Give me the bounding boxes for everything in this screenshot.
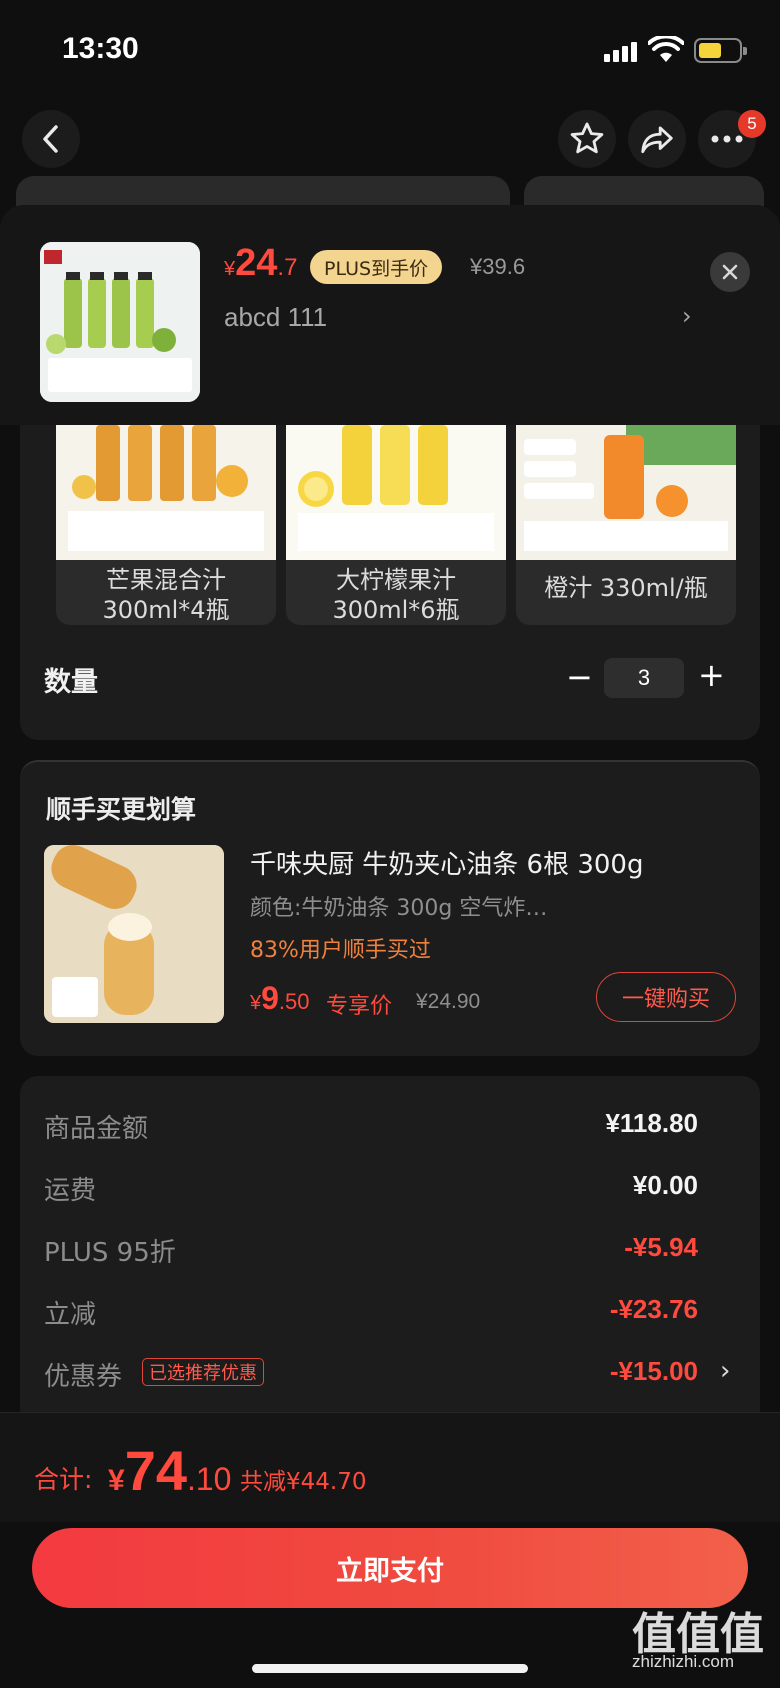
share-button[interactable] bbox=[628, 110, 686, 168]
nav-bar bbox=[0, 100, 780, 180]
wifi-icon bbox=[648, 36, 684, 62]
home-indicator bbox=[252, 1664, 528, 1673]
status-time: 13:30 bbox=[62, 32, 139, 65]
total-saving: 共减¥44.70 bbox=[240, 1469, 367, 1495]
variant-label: 橙汁 330ml/瓶 bbox=[544, 574, 708, 602]
total-label: 合计: bbox=[34, 1465, 93, 1494]
chevron-left-icon bbox=[43, 125, 58, 153]
currency-symbol: ¥ bbox=[224, 258, 236, 280]
quantity-increase-button[interactable]: + bbox=[698, 656, 725, 694]
product-thumbnail bbox=[40, 242, 200, 402]
star-icon bbox=[570, 122, 604, 154]
status-bar: 13:30 bbox=[0, 0, 780, 100]
more-dots-icon bbox=[711, 135, 743, 143]
quantity-input[interactable]: 3 bbox=[604, 658, 684, 698]
total-decimal: .10 bbox=[186, 1461, 232, 1497]
price-integer: 9 bbox=[261, 980, 279, 1016]
coupon-label[interactable]: 优惠券 bbox=[44, 1356, 122, 1393]
upsell-purchase-rate: 83%用户顺手买过 bbox=[250, 938, 431, 963]
plus-discount-label: PLUS 95折 bbox=[44, 1238, 176, 1268]
variant-label: 大柠檬果汁 300ml*6瓶 bbox=[332, 566, 460, 624]
pay-now-button[interactable]: 立即支付 bbox=[32, 1528, 748, 1608]
goods-amount-value: ¥118.80 bbox=[605, 1108, 698, 1138]
selected-spec[interactable]: abcd 111 bbox=[224, 302, 327, 333]
close-icon bbox=[722, 264, 738, 280]
total-amount: ¥74.10 bbox=[108, 1438, 231, 1503]
upsell-price: ¥9.50 bbox=[250, 980, 310, 1017]
cart-badge: 5 bbox=[738, 110, 766, 138]
upsell-product-attribute: 颜色:牛奶油条 300g 空气炸… bbox=[250, 896, 548, 921]
close-button[interactable] bbox=[710, 252, 750, 292]
total-integer: 74 bbox=[124, 1439, 187, 1502]
coupon-selected-tag[interactable]: 已选推荐优惠 bbox=[142, 1358, 264, 1386]
one-click-buy-button[interactable]: 一键购买 bbox=[596, 972, 736, 1022]
cellular-signal-icon bbox=[604, 40, 640, 62]
goods-amount-label: 商品金额 bbox=[44, 1114, 149, 1144]
instant-discount-value: -¥23.76 bbox=[609, 1294, 698, 1324]
quantity-label: 数量 bbox=[44, 667, 98, 698]
shipping-label: 运费 bbox=[44, 1176, 97, 1206]
currency-symbol: ¥ bbox=[108, 1464, 125, 1497]
variant-image bbox=[286, 425, 506, 560]
summary-price: ¥24.7 bbox=[224, 242, 297, 285]
favorite-button[interactable] bbox=[558, 110, 616, 168]
variant-image bbox=[56, 425, 276, 560]
upsell-title: 顺手买更划算 bbox=[46, 795, 197, 824]
price-decimal: .50 bbox=[278, 989, 310, 1014]
instant-discount-label: 立减 bbox=[44, 1300, 97, 1330]
chevron-right-icon[interactable]: › bbox=[720, 1356, 730, 1386]
variant-label: 芒果混合汁 300ml*4瓶 bbox=[102, 566, 230, 624]
watermark-url: zhizhizhi.com bbox=[632, 1652, 735, 1671]
back-button[interactable] bbox=[22, 110, 80, 168]
currency-symbol: ¥ bbox=[250, 992, 262, 1014]
variant-option-orange[interactable]: 橙汁 330ml/瓶 bbox=[516, 425, 736, 625]
price-integer: 24 bbox=[235, 242, 278, 284]
exclusive-price-label: 专享价 bbox=[326, 994, 393, 1019]
share-icon bbox=[641, 126, 673, 154]
chevron-right-icon[interactable]: › bbox=[682, 302, 692, 330]
price-decimal: .7 bbox=[277, 254, 298, 281]
variant-option-mango[interactable]: 芒果混合汁 300ml*4瓶 bbox=[56, 425, 276, 625]
original-price: ¥39.6 bbox=[470, 254, 526, 279]
upsell-product-image[interactable] bbox=[44, 845, 224, 1023]
juice-bottles-image bbox=[40, 242, 200, 402]
plus-discount-value: -¥5.94 bbox=[624, 1232, 698, 1262]
variant-image bbox=[516, 425, 736, 560]
quantity-decrease-button[interactable]: − bbox=[566, 658, 593, 696]
plus-price-tag: PLUS到手价 bbox=[310, 250, 443, 284]
shipping-value: ¥0.00 bbox=[632, 1170, 698, 1200]
upsell-original-price: ¥24.90 bbox=[416, 990, 481, 1013]
variant-option-lemon[interactable]: 大柠檬果汁 300ml*6瓶 bbox=[286, 425, 506, 625]
battery-icon bbox=[694, 38, 747, 63]
upsell-product-name[interactable]: 千味央厨 牛奶夹心油条 6根 300g bbox=[250, 844, 643, 881]
coupon-value[interactable]: -¥15.00 bbox=[610, 1356, 698, 1387]
